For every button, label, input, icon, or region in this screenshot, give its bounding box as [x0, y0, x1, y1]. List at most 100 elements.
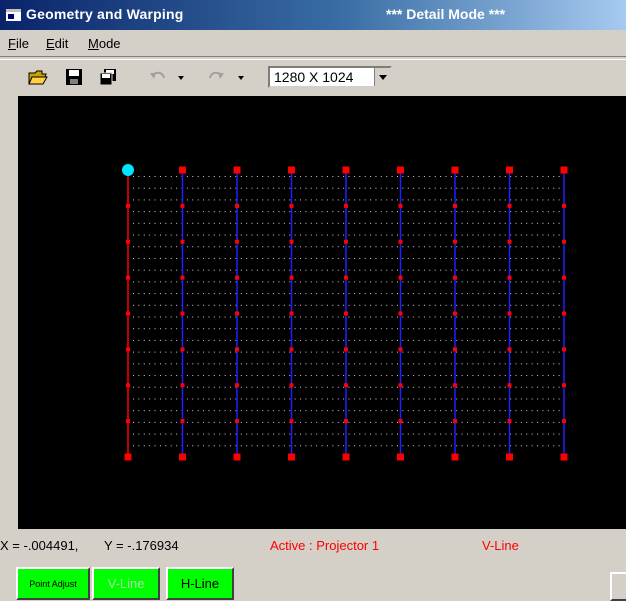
grid-dot	[267, 410, 269, 412]
grid-dot	[273, 398, 275, 400]
grid-dot	[445, 386, 447, 388]
grid-dot	[213, 351, 215, 353]
grid-dot	[493, 328, 495, 330]
v-line-button[interactable]: V-Line	[92, 567, 160, 600]
redo-icon[interactable]	[206, 68, 226, 86]
grid-dot	[165, 257, 167, 259]
grid-dot	[456, 339, 458, 341]
save-icon[interactable]	[64, 68, 84, 86]
grid-dot	[273, 316, 275, 318]
grid-dot	[283, 339, 285, 341]
grid-dot	[294, 410, 296, 412]
grid-dot	[256, 351, 258, 353]
grid-dot	[450, 211, 452, 213]
grid-dot	[310, 211, 312, 213]
grid-dot	[483, 269, 485, 271]
grid-dot	[413, 351, 415, 353]
grid-dot	[504, 316, 506, 318]
menu-bar: File Edit Mode	[0, 32, 626, 54]
menu-file[interactable]: File	[8, 36, 29, 51]
grid-dot	[542, 257, 544, 259]
control-point	[180, 383, 185, 388]
grid-dot	[526, 421, 528, 423]
grid-dot	[461, 281, 463, 283]
grid-dot	[149, 433, 151, 435]
grid-dot	[499, 363, 501, 365]
title-bar[interactable]: Geometry and Warping *** Detail Mode ***	[0, 0, 626, 30]
grid-dot	[133, 433, 134, 435]
grid-dot	[192, 176, 194, 177]
grid-dot	[531, 222, 533, 224]
grid-dot	[300, 211, 302, 213]
grid-dot	[488, 304, 490, 306]
grid-dot	[224, 176, 226, 177]
grid-dot	[402, 339, 404, 341]
grid-dot	[235, 246, 237, 248]
grid-dot	[504, 199, 506, 201]
grid-dot	[375, 234, 377, 236]
grid-dot	[402, 316, 404, 318]
grid-dot	[289, 293, 291, 295]
grid-dot	[386, 445, 388, 447]
control-point	[180, 311, 185, 316]
chevron-down-icon[interactable]	[374, 68, 390, 86]
grid-dot	[467, 410, 469, 412]
grid-dot	[477, 375, 479, 377]
grid-dot	[262, 199, 264, 201]
grid-dot	[305, 421, 307, 423]
grid-dot	[472, 433, 474, 435]
grid-dot	[283, 293, 285, 295]
grid-dot	[445, 328, 447, 330]
grid-dot	[467, 281, 469, 283]
grid-dot	[278, 187, 280, 189]
grid-dot	[337, 386, 339, 388]
grid-dot	[402, 234, 404, 236]
undo-icon[interactable]	[148, 68, 168, 86]
grid-dot	[520, 339, 522, 341]
grid-dot	[542, 410, 544, 412]
copy-all-icon[interactable]	[98, 68, 118, 86]
grid-dot	[149, 304, 151, 306]
grid-dot	[547, 375, 549, 377]
grid-dot	[283, 316, 285, 318]
redo-dropdown-icon[interactable]	[236, 68, 246, 86]
grid-dot	[343, 363, 345, 365]
control-point	[289, 275, 294, 280]
warp-grid[interactable]	[18, 96, 626, 529]
grid-dot	[343, 199, 345, 201]
resolution-select[interactable]: 1280 X 1024	[268, 66, 392, 88]
h-line-button[interactable]: H-Line	[166, 567, 234, 600]
grid-dot	[326, 433, 328, 435]
grid-dot	[326, 421, 328, 423]
grid-dot	[450, 351, 452, 353]
control-point	[344, 347, 348, 352]
grid-dot	[380, 410, 382, 412]
grid-dot	[364, 246, 366, 248]
point-adjust-button[interactable]: Point Adjust	[16, 567, 90, 600]
grid-dot	[170, 211, 172, 213]
open-folder-icon[interactable]	[28, 68, 48, 86]
grid-dot	[251, 269, 253, 271]
grid-dot	[251, 328, 253, 330]
grid-dot	[488, 398, 490, 400]
undo-dropdown-icon[interactable]	[176, 68, 186, 86]
grid-dot	[316, 410, 318, 412]
grid-dot	[547, 293, 549, 295]
grid-dot	[547, 176, 549, 177]
grid-dot	[300, 386, 302, 388]
grid-dot	[520, 234, 522, 236]
grid-dot	[402, 445, 404, 447]
grid-dot	[240, 257, 242, 259]
grid-dot	[197, 222, 199, 224]
menu-mode[interactable]: Mode	[88, 36, 121, 51]
offscreen-button[interactable]	[610, 572, 626, 601]
grid-dot	[197, 328, 199, 330]
grid-dot	[542, 351, 544, 353]
warp-canvas[interactable]	[18, 96, 626, 529]
grid-dot	[413, 211, 415, 213]
menu-edit[interactable]: Edit	[46, 36, 68, 51]
grid-dot	[197, 234, 199, 236]
grid-dot	[477, 246, 479, 248]
grid-dot	[256, 269, 258, 271]
grid-dot	[170, 257, 172, 259]
